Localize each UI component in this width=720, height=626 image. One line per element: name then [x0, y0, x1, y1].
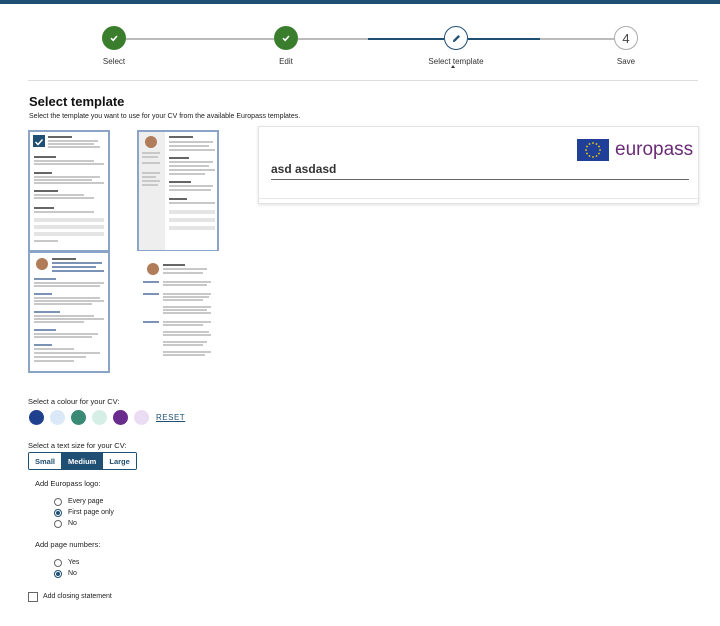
avatar	[145, 136, 157, 148]
page-numbers-no-label: No	[68, 570, 77, 577]
text-size-group: Small Medium Large	[28, 452, 137, 470]
cv-name: asd asdasd	[271, 162, 337, 176]
colour-swatch-light-purple[interactable]	[134, 410, 149, 425]
step-save[interactable]: 4	[614, 26, 638, 50]
colour-swatch-light-green[interactable]	[92, 410, 107, 425]
logo-no-radio[interactable]	[54, 520, 62, 528]
logo-every-page-radio[interactable]	[54, 498, 62, 506]
avatar	[147, 263, 159, 275]
page-numbers-yes-radio[interactable]	[54, 559, 62, 567]
stepper-connector	[540, 38, 614, 40]
step-select[interactable]	[102, 26, 126, 50]
closing-statement-label: Add closing statement	[43, 593, 112, 600]
logo-no-label: No	[68, 520, 77, 527]
colour-swatch-dark-blue[interactable]	[29, 410, 44, 425]
cv-preview-header: europass asd asdasd	[259, 127, 700, 199]
step-select-template[interactable]	[444, 26, 468, 50]
text-size-label: Select a text size for your CV:	[28, 441, 127, 450]
logo-first-page-radio[interactable]	[54, 509, 62, 517]
colour-label: Select a colour for your CV:	[28, 397, 120, 406]
page-numbers-no-radio[interactable]	[54, 570, 62, 578]
europass-logo: europass	[615, 139, 694, 160]
check-icon	[282, 35, 290, 42]
text-size-medium-button[interactable]: Medium	[61, 453, 103, 469]
step-label-select-template: Select template	[428, 57, 484, 66]
cv-preview: europass asd asdasd	[258, 126, 700, 204]
step-label-edit: Edit	[279, 57, 293, 66]
check-icon	[110, 35, 118, 42]
stepper-connector-active	[368, 38, 444, 40]
template-thumbnail-1[interactable]	[28, 130, 110, 252]
colour-swatch-green[interactable]	[71, 410, 86, 425]
reset-colour-link[interactable]: RESET	[156, 413, 185, 422]
colour-swatch-purple[interactable]	[113, 410, 128, 425]
colour-swatch-light-blue[interactable]	[50, 410, 65, 425]
avatar	[36, 258, 48, 270]
logo-label: Add Europass logo:	[35, 479, 101, 488]
template-thumbnail-2[interactable]	[137, 130, 219, 252]
step-edit[interactable]	[274, 26, 298, 50]
page-numbers-label: Add page numbers:	[35, 540, 101, 549]
eu-flag-icon	[577, 139, 609, 161]
page-numbers-yes-label: Yes	[68, 559, 80, 566]
template-thumbnail-4[interactable]	[137, 251, 219, 373]
selected-check-icon	[33, 135, 45, 147]
page-title: Select template	[29, 94, 125, 109]
stepper-connector	[126, 38, 274, 40]
text-size-large-button[interactable]: Large	[102, 453, 136, 469]
cv-name-rule	[271, 179, 689, 180]
step-label-save: Save	[616, 57, 636, 66]
logo-every-page-label: Every page	[68, 498, 104, 505]
step-label-select: Select	[102, 57, 126, 66]
stepper-connector-active	[468, 38, 540, 40]
header-divider	[28, 80, 698, 81]
template-thumbnail-3[interactable]	[28, 251, 110, 373]
closing-statement-checkbox[interactable]	[28, 592, 38, 602]
text-size-small-button[interactable]: Small	[29, 453, 62, 469]
logo-first-page-label: First page only	[68, 509, 114, 516]
active-step-caret-icon	[451, 65, 455, 68]
page-subtitle: Select the template you want to use for …	[29, 113, 301, 120]
progress-stepper: Select Edit Select template 4 Save	[0, 0, 720, 80]
pencil-icon	[452, 34, 460, 42]
stepper-connector	[298, 38, 368, 40]
